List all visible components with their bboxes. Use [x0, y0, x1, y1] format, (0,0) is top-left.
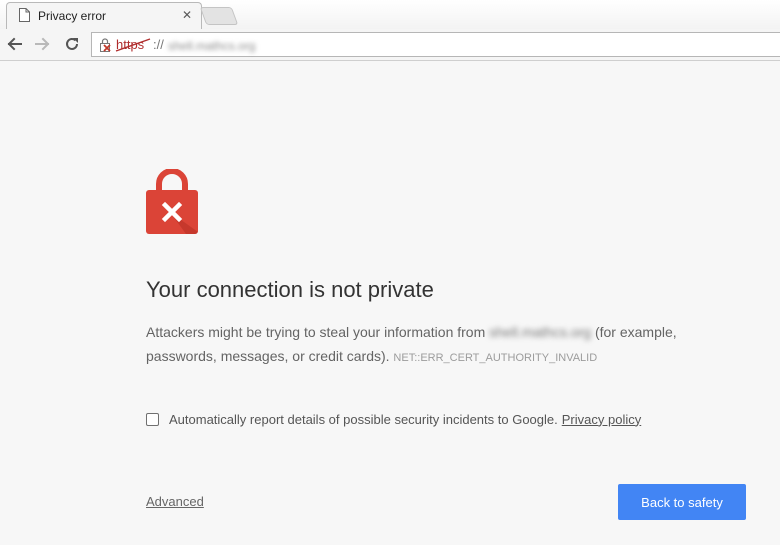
report-option-row: Automatically report details of possible…	[146, 410, 641, 428]
page-heading: Your connection is not private	[146, 277, 434, 302]
privacy-policy-link[interactable]: Privacy policy	[562, 412, 641, 427]
red-lock-x-icon	[146, 168, 198, 240]
back-button[interactable]	[4, 34, 24, 54]
tab-privacy-error[interactable]: Privacy error ✕	[6, 2, 202, 29]
url-separator: ://	[153, 37, 164, 52]
report-label[interactable]: Automatically report details of possible…	[169, 412, 558, 427]
url-host-blurred: shell.mathcs.org	[168, 39, 256, 53]
advanced-link[interactable]: Advanced	[146, 494, 204, 509]
back-arrow-icon	[7, 37, 22, 51]
report-checkbox[interactable]	[146, 412, 159, 426]
insecure-lock-icon[interactable]	[98, 37, 114, 58]
scheme-strikethrough	[115, 38, 151, 52]
toolbar: https :// shell.mathcs.org	[0, 29, 780, 61]
forward-button[interactable]	[33, 34, 53, 54]
reload-icon	[66, 37, 78, 50]
error-code[interactable]: NET::ERR_CERT_AUTHORITY_INVALID	[393, 352, 597, 364]
reload-button[interactable]	[62, 34, 82, 54]
tab-strip: Privacy error ✕	[0, 0, 780, 29]
new-tab-button[interactable]	[199, 7, 239, 25]
back-to-safety-button[interactable]: Back to safety	[618, 484, 746, 520]
tab-close-icon[interactable]: ✕	[182, 8, 192, 22]
address-bar[interactable]: https :// shell.mathcs.org	[91, 32, 780, 57]
page-icon	[19, 8, 30, 27]
forward-arrow-icon	[35, 37, 50, 51]
explanation-host-blurred: shell.mathcs.org	[489, 324, 592, 340]
explanation-text-start: Attackers might be trying to steal your …	[146, 324, 486, 340]
explanation-paragraph: Attackers might be trying to steal your …	[146, 320, 746, 370]
tab-title: Privacy error	[38, 9, 107, 23]
